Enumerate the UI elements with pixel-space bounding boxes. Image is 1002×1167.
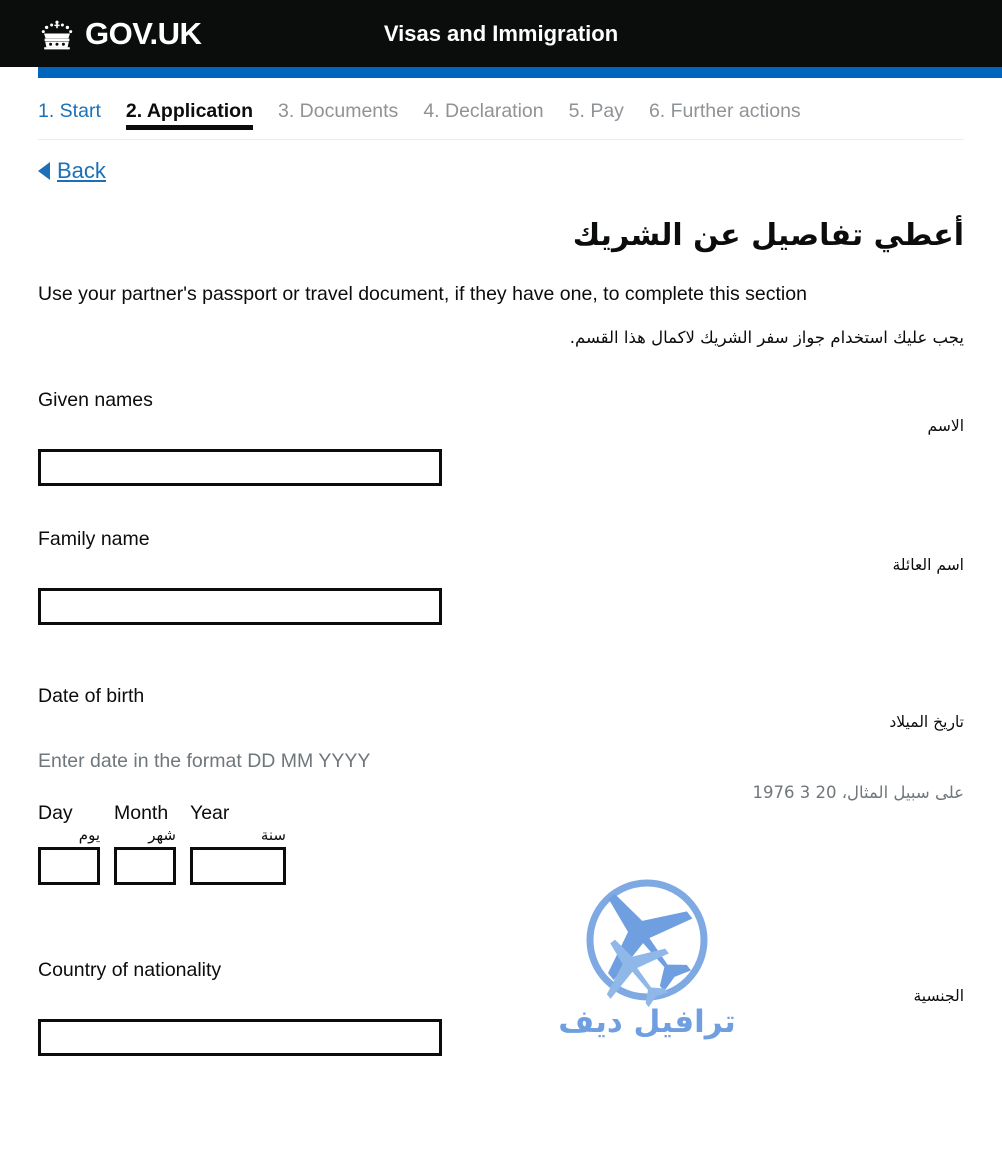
main-content: أعطي تفاصيل عن الشريك Use your partner's…	[38, 216, 964, 1057]
dob-day-group: Day يوم	[38, 802, 100, 886]
given-names-label-arabic: الاسم	[927, 417, 964, 436]
site-header: GOV.UK Visas and Immigration	[0, 0, 1002, 67]
intro-text-english: Use your partner's passport or travel do…	[38, 283, 807, 305]
blue-accent-bar	[38, 67, 1002, 78]
date-of-birth-label-arabic: تاريخ الميلاد	[889, 713, 964, 732]
crown-icon	[41, 20, 73, 49]
field-date-of-birth: Date of birth تاريخ الميلاد Enter date i…	[38, 685, 964, 886]
country-of-nationality-input[interactable]	[38, 1019, 442, 1057]
tab-start[interactable]: 1. Start	[38, 100, 101, 130]
govuk-logo[interactable]: GOV.UK	[38, 16, 202, 51]
tab-pay[interactable]: 5. Pay	[569, 100, 624, 130]
dob-month-input[interactable]	[114, 847, 176, 886]
intro-text-arabic: يجب عليك استخدام جواز سفر الشريك لاكمال …	[569, 328, 964, 348]
date-of-birth-hint-english: Enter date in the format DD MM YYYY	[38, 750, 371, 773]
dob-year-input[interactable]	[190, 847, 286, 886]
date-of-birth-label: Date of birth	[38, 685, 145, 708]
field-country-of-nationality: Country of nationality الجنسية	[38, 959, 964, 1057]
dob-day-label-arabic: يوم	[78, 825, 100, 844]
dob-day-label: Day	[38, 802, 73, 825]
dob-year-group: Year سنة	[190, 802, 286, 886]
date-of-birth-inputs: Day يوم Month شهر Year سنة	[38, 802, 964, 886]
tab-application[interactable]: 2. Application	[125, 100, 254, 130]
tab-further-actions[interactable]: 6. Further actions	[649, 100, 801, 130]
dob-month-label: Month	[114, 802, 169, 825]
tab-documents[interactable]: 3. Documents	[278, 100, 398, 130]
tab-declaration[interactable]: 4. Declaration	[423, 100, 543, 130]
country-of-nationality-label: Country of nationality	[38, 959, 222, 982]
back-arrow-icon	[38, 162, 50, 180]
family-name-label-arabic: اسم العائلة	[892, 556, 964, 575]
dob-month-label-arabic: شهر	[148, 825, 176, 844]
dob-day-input[interactable]	[38, 847, 100, 886]
given-names-label: Given names	[38, 389, 153, 412]
family-name-input[interactable]	[38, 588, 442, 626]
field-family-name: Family name اسم العائلة	[38, 528, 964, 626]
date-of-birth-hint-arabic: على سبيل المثال، 20 3 1976	[752, 783, 964, 803]
page-title: أعطي تفاصيل عن الشريك	[572, 218, 964, 253]
dob-year-label-arabic: سنة	[260, 825, 286, 844]
back-link-label: Back	[57, 158, 106, 183]
family-name-label: Family name	[38, 528, 150, 551]
country-of-nationality-label-arabic: الجنسية	[913, 987, 964, 1006]
progress-tabs: 1. Start 2. Application 3. Documents 4. …	[38, 78, 964, 140]
given-names-input[interactable]	[38, 449, 442, 487]
back-link[interactable]: Back	[38, 158, 106, 184]
dob-month-group: Month شهر	[114, 802, 176, 886]
govuk-brand-name: GOV.UK	[85, 16, 202, 51]
dob-year-label: Year	[190, 802, 230, 825]
field-given-names: Given names الاسم	[38, 389, 964, 487]
